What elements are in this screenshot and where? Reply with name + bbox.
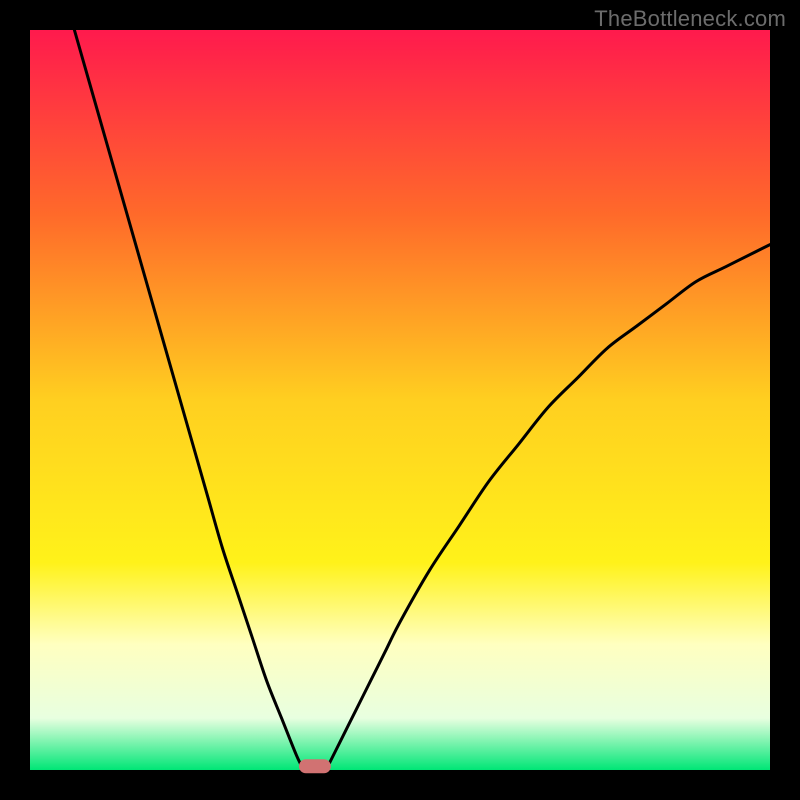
- plot-background: [30, 30, 770, 770]
- bottleneck-chart: [0, 0, 800, 800]
- chart-container: TheBottleneck.com: [0, 0, 800, 800]
- watermark-text: TheBottleneck.com: [594, 6, 786, 32]
- optimum-marker: [299, 759, 331, 773]
